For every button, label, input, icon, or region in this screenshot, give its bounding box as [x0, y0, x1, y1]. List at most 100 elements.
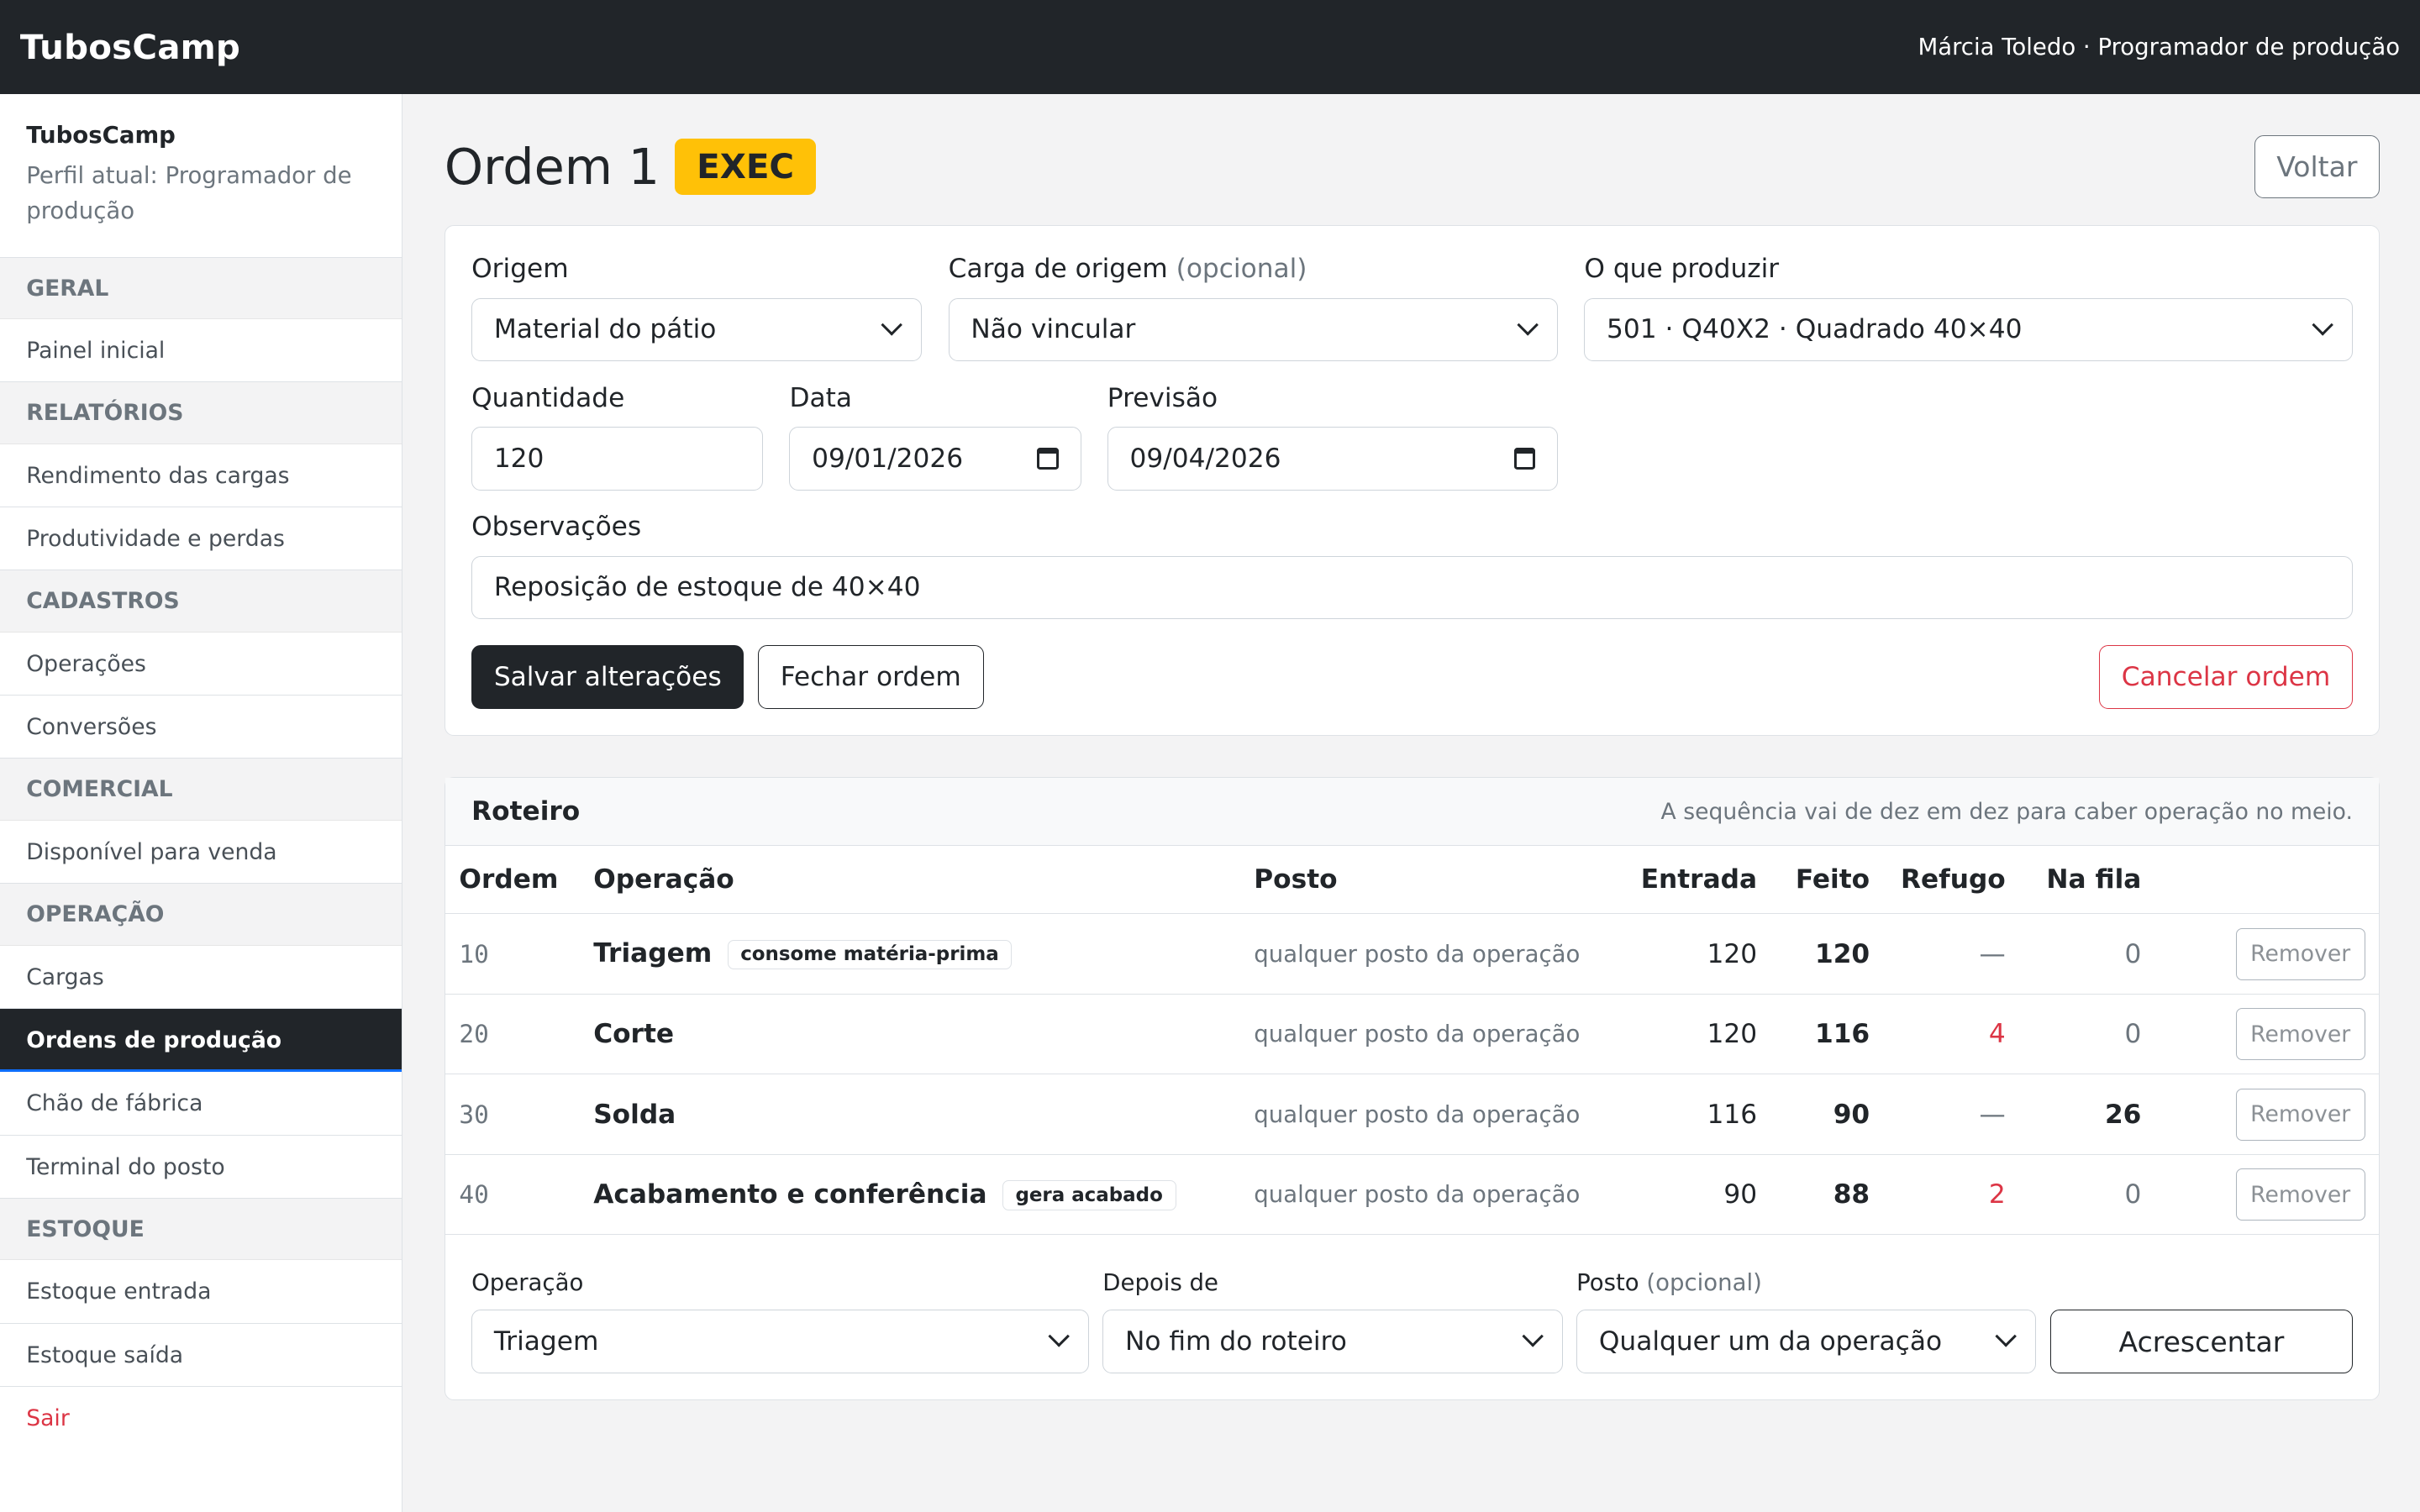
section-estoque: ESTOQUE: [0, 1198, 402, 1261]
row-op: Corte: [593, 1019, 675, 1050]
row-refugo: —: [1883, 913, 2020, 995]
row-seq: 20: [445, 994, 580, 1075]
add-operation-form: Operação Triagem Depois de No fim do rot…: [445, 1235, 2379, 1399]
roteiro-table: Ordem Operação Posto Entrada Feito Refug…: [445, 846, 2380, 1236]
produzir-select[interactable]: 501 · Q40X2 · Quadrado 40×40: [1584, 297, 2353, 361]
sidebar-item-operacoes[interactable]: Operações: [0, 633, 402, 696]
table-row: 40 Acabamento e conferência gera acabado…: [445, 1154, 2380, 1236]
row-fila: 26: [2019, 1074, 2155, 1155]
section-geral: GERAL: [0, 257, 402, 320]
col-posto: Posto: [1239, 846, 1620, 915]
row-op: Solda: [593, 1099, 676, 1130]
origem-label: Origem: [471, 254, 569, 285]
previsao-value: 09/04/2026: [1129, 443, 1281, 474]
save-button[interactable]: Salvar alterações: [471, 645, 744, 709]
sidebar-item-disponivel[interactable]: Disponível para venda: [0, 821, 402, 885]
previsao-input[interactable]: 09/04/2026: [1107, 427, 1559, 491]
sidebar-item-chao[interactable]: Chão de fábrica: [0, 1072, 402, 1136]
table-row: 10 Triagem consome matéria-prima qualque…: [445, 913, 2380, 995]
row-feito: 116: [1770, 994, 1884, 1075]
sidebar-item-terminal[interactable]: Terminal do posto: [0, 1136, 402, 1199]
row-posto: qualquer posto da operação: [1239, 1154, 1620, 1236]
row-seq: 30: [445, 1074, 580, 1155]
row-tag: consome matéria-prima: [727, 939, 1013, 970]
data-label: Data: [789, 382, 852, 413]
sidebar-header: TubosCamp Perfil atual: Programador de p…: [0, 94, 402, 258]
row-fila: 0: [2019, 1154, 2155, 1236]
add-posto-label: Posto (opcional): [1576, 1268, 1762, 1296]
status-badge: EXEC: [675, 139, 816, 195]
brand-logo[interactable]: TubosCamp: [20, 27, 240, 67]
add-operacao-value: Triagem: [493, 1326, 599, 1357]
remove-button[interactable]: Remover: [2235, 927, 2365, 980]
row-entrada: 90: [1619, 1154, 1771, 1236]
row-op: Acabamento e conferência: [593, 1179, 987, 1210]
sidebar-item-estoque-saida[interactable]: Estoque saída: [0, 1324, 402, 1387]
row-op: Triagem: [593, 938, 713, 969]
add-depois-label: Depois de: [1102, 1268, 1218, 1296]
sidebar-item-logout[interactable]: Sair: [0, 1387, 402, 1450]
add-posto-value: Qualquer um da operação: [1598, 1326, 1943, 1357]
back-button[interactable]: Voltar: [2254, 134, 2381, 198]
page-title: Ordem 1: [444, 137, 660, 196]
sidebar-item-conversoes[interactable]: Conversões: [0, 696, 402, 759]
row-entrada: 116: [1619, 1074, 1771, 1155]
row-fila: 0: [2019, 913, 2155, 995]
roteiro-title: Roteiro: [471, 796, 581, 827]
row-seq: 10: [445, 913, 580, 995]
col-refugo: Refugo: [1883, 846, 2020, 915]
roteiro-card: Roteiro A sequência vai de dez em dez pa…: [444, 777, 2381, 1400]
close-order-button[interactable]: Fechar ordem: [757, 645, 984, 709]
remove-button[interactable]: Remover: [2235, 1168, 2365, 1221]
sidebar-item-painel[interactable]: Painel inicial: [0, 319, 402, 383]
origem-select[interactable]: Material do pátio: [471, 297, 923, 361]
data-input[interactable]: 09/01/2026: [789, 427, 1081, 491]
row-posto: qualquer posto da operação: [1239, 1074, 1620, 1155]
section-operacao: OPERAÇÃO: [0, 884, 402, 946]
observacoes-label: Observações: [471, 512, 642, 543]
row-posto: qualquer posto da operação: [1239, 913, 1620, 995]
top-bar: TubosCamp Márcia Toledo · Programador de…: [0, 0, 2420, 95]
row-refugo: —: [1883, 1074, 2020, 1155]
add-operacao-select[interactable]: Triagem: [471, 1310, 1089, 1373]
current-user: Márcia Toledo · Programador de produção: [1918, 34, 2401, 61]
calendar-icon[interactable]: [1513, 448, 1536, 470]
sidebar-item-estoque-entrada[interactable]: Estoque entrada: [0, 1260, 402, 1324]
remove-button[interactable]: Remover: [2235, 1088, 2365, 1141]
col-fila: Na fila: [2019, 846, 2155, 915]
sidebar-item-ordens[interactable]: Ordens de produção: [0, 1008, 402, 1073]
quantidade-input[interactable]: 120: [471, 427, 764, 491]
previsao-label: Previsão: [1107, 382, 1218, 413]
sidebar-item-produtividade[interactable]: Produtividade e perdas: [0, 507, 402, 571]
chevron-down-icon: [2312, 313, 2334, 336]
add-depois-select[interactable]: No fim do roteiro: [1102, 1310, 1563, 1373]
col-operacao: Operação: [579, 846, 1240, 915]
calendar-icon[interactable]: [1037, 448, 1059, 470]
produzir-label: O que produzir: [1584, 254, 1780, 285]
row-feito: 120: [1770, 913, 1884, 995]
cancel-order-button[interactable]: Cancelar ordem: [2099, 645, 2353, 709]
sidebar: TubosCamp Perfil atual: Programador de p…: [0, 94, 403, 1512]
add-operation-button[interactable]: Acrescentar: [2049, 1310, 2353, 1373]
table-row: 30 Solda qualquer posto da operação 116 …: [445, 1074, 2380, 1155]
produzir-value: 501 · Q40X2 · Quadrado 40×40: [1607, 314, 2023, 345]
row-fila: 0: [2019, 994, 2155, 1075]
carga-select[interactable]: Não vincular: [948, 297, 1559, 361]
observacoes-input[interactable]: Reposição de estoque de 40×40: [471, 555, 2353, 620]
sidebar-item-rendimento[interactable]: Rendimento das cargas: [0, 444, 402, 508]
carga-label: Carga de origem (opcional): [948, 254, 1307, 285]
add-posto-select[interactable]: Qualquer um da operação: [1576, 1310, 2037, 1373]
sidebar-title: TubosCamp: [26, 122, 176, 150]
row-entrada: 120: [1619, 994, 1771, 1075]
order-form: Origem Material do pátio Carga de origem…: [444, 225, 2381, 736]
sidebar-item-cargas[interactable]: Cargas: [0, 946, 402, 1009]
carga-value: Não vincular: [971, 314, 1136, 345]
add-depois-value: No fim do roteiro: [1125, 1326, 1347, 1357]
chevron-down-icon: [1517, 313, 1539, 336]
row-refugo: 4: [1883, 994, 2020, 1075]
col-actions: [2154, 846, 2380, 915]
observacoes-value: Reposição de estoque de 40×40: [493, 572, 921, 603]
row-posto: qualquer posto da operação: [1239, 994, 1620, 1075]
table-row: 20 Corte qualquer posto da operação 120 …: [445, 994, 2380, 1075]
remove-button[interactable]: Remover: [2235, 1008, 2365, 1061]
